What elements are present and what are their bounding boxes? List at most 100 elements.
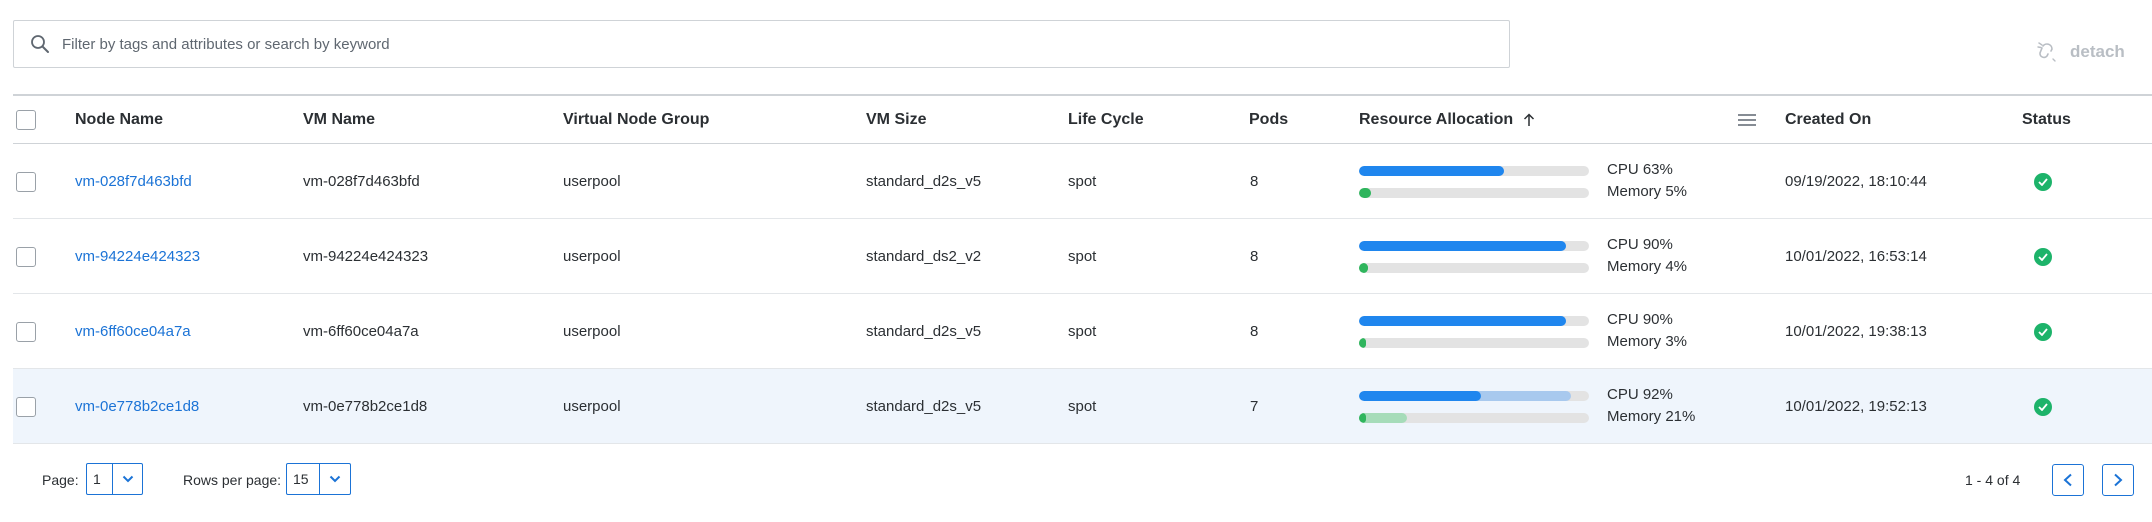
created-on-cell: 10/01/2022, 19:38:13 (1785, 323, 1927, 340)
pods-cell: 8 (1250, 323, 1259, 340)
virtual-node-group-cell: userpool (563, 323, 621, 340)
next-page-button[interactable] (2102, 464, 2134, 496)
table-row[interactable]: vm-028f7d463bfd vm-028f7d463bfd userpool… (13, 144, 2152, 219)
select-all-cell (16, 96, 36, 144)
col-resource-allocation-label: Resource Allocation (1359, 111, 1514, 128)
page-select-value: 1 (87, 464, 114, 494)
col-vm-size[interactable]: VM Size (866, 96, 926, 144)
search-box[interactable] (13, 20, 1510, 68)
chevron-down-icon[interactable] (320, 464, 350, 494)
row-checkbox[interactable] (16, 321, 36, 342)
pods-cell: 7 (1250, 398, 1259, 415)
table-row[interactable]: vm-94224e424323 vm-94224e424323 userpool… (13, 219, 2152, 294)
life-cycle-cell: spot (1068, 173, 1097, 190)
created-on-cell: 09/19/2022, 18:10:44 (1785, 173, 1927, 190)
virtual-node-group-cell: userpool (563, 173, 621, 190)
rows-per-page-value: 15 (287, 464, 320, 494)
status-cell (2034, 219, 2052, 294)
vm-name-cell: vm-028f7d463bfd (303, 173, 420, 190)
cpu-bar-used (1359, 316, 1566, 326)
pods-cell: 8 (1250, 248, 1259, 265)
memory-bar (1359, 338, 1589, 348)
col-life-cycle[interactable]: Life Cycle (1068, 96, 1144, 144)
memory-bar (1359, 413, 1589, 423)
detach-icon (2037, 42, 2056, 62)
node-name-link[interactable]: vm-0e778b2ce1d8 (75, 398, 199, 415)
resource-allocation-cell: CPU 92% Memory 21% (1359, 369, 1719, 444)
col-node-name[interactable]: Node Name (75, 96, 163, 144)
rows-per-page-select[interactable]: 15 (286, 463, 351, 495)
detach-button[interactable]: detach (2036, 38, 2125, 66)
cpu-bar-used (1359, 241, 1566, 251)
life-cycle-cell: spot (1068, 398, 1097, 415)
table-row[interactable]: vm-0e778b2ce1d8 vm-0e778b2ce1d8 userpool… (13, 369, 2152, 444)
col-vm-name[interactable]: VM Name (303, 96, 375, 144)
cpu-label: CPU 90% (1607, 311, 1673, 328)
page-select[interactable]: 1 (86, 463, 143, 495)
col-created-on[interactable]: Created On (1785, 96, 1871, 144)
row-select-cell (16, 219, 36, 294)
memory-bar-used (1359, 263, 1369, 273)
check-circle-icon (2034, 397, 2052, 416)
cpu-bar (1359, 391, 1589, 401)
node-name-link[interactable]: vm-6ff60ce04a7a (75, 323, 191, 340)
node-name-link[interactable]: vm-94224e424323 (75, 248, 200, 265)
life-cycle-cell: spot (1068, 323, 1097, 340)
created-on-cell: 10/01/2022, 16:53:14 (1785, 248, 1927, 265)
col-pods[interactable]: Pods (1249, 96, 1288, 144)
memory-bar-used (1359, 413, 1366, 423)
chevron-right-icon (2114, 473, 2123, 487)
arrow-up-icon[interactable] (1523, 113, 1535, 127)
cpu-bar-used (1359, 166, 1504, 176)
chevron-down-icon[interactable] (113, 464, 142, 494)
nodes-table: Node Name VM Name Virtual Node Group VM … (13, 94, 2152, 444)
cpu-bar (1359, 316, 1589, 326)
memory-bar (1359, 188, 1589, 198)
vm-size-cell: standard_d2s_v5 (866, 323, 982, 340)
status-cell (2034, 369, 2052, 444)
resource-allocation-cell: CPU 90% Memory 4% (1359, 219, 1719, 294)
status-cell (2034, 144, 2052, 219)
col-virtual-node-group[interactable]: Virtual Node Group (563, 96, 709, 144)
resource-allocation-cell: CPU 90% Memory 3% (1359, 294, 1719, 369)
table-row[interactable]: vm-6ff60ce04a7a vm-6ff60ce04a7a userpool… (13, 294, 2152, 369)
cpu-bar (1359, 241, 1589, 251)
col-status[interactable]: Status (2022, 96, 2071, 144)
vm-name-cell: vm-0e778b2ce1d8 (303, 398, 428, 415)
check-circle-icon (2034, 247, 2052, 266)
vm-size-cell: standard_ds2_v2 (866, 248, 982, 265)
search-input[interactable] (62, 29, 1462, 59)
memory-bar (1359, 263, 1589, 273)
column-menu-button[interactable] (1738, 96, 1756, 144)
status-cell (2034, 294, 2052, 369)
memory-bar-requested (1359, 413, 1408, 423)
node-name-cell: vm-6ff60ce04a7a (75, 294, 191, 369)
cpu-label: CPU 90% (1607, 236, 1673, 253)
page-label: Page: (42, 472, 79, 488)
prev-page-button[interactable] (2052, 464, 2084, 496)
row-checkbox[interactable] (16, 396, 36, 417)
node-name-link[interactable]: vm-028f7d463bfd (75, 173, 192, 190)
virtual-node-group-cell: userpool (563, 398, 621, 415)
life-cycle-cell: spot (1068, 248, 1097, 265)
memory-label: Memory 5% (1607, 183, 1688, 200)
memory-bar-used (1359, 188, 1371, 198)
pagination-range: 1 - 4 of 4 (1965, 472, 2021, 488)
cpu-bar-used (1359, 391, 1481, 401)
hamburger-menu-icon (1738, 114, 1756, 126)
node-name-cell: vm-0e778b2ce1d8 (75, 369, 199, 444)
node-name-cell: vm-94224e424323 (75, 219, 200, 294)
row-checkbox[interactable] (16, 171, 36, 192)
pods-cell: 8 (1250, 173, 1259, 190)
vm-name-cell: vm-6ff60ce04a7a (303, 323, 419, 340)
col-resource-allocation[interactable]: Resource Allocation (1359, 96, 1535, 144)
cpu-bar (1359, 166, 1589, 176)
chevron-left-icon (2063, 473, 2072, 487)
cpu-label: CPU 63% (1607, 161, 1673, 178)
select-all-checkbox[interactable] (16, 110, 36, 130)
vm-size-cell: standard_d2s_v5 (866, 398, 982, 415)
resource-allocation-cell: CPU 63% Memory 5% (1359, 144, 1719, 219)
check-circle-icon (2034, 322, 2052, 341)
row-checkbox[interactable] (16, 246, 36, 267)
rows-per-page-label: Rows per page: (183, 472, 282, 488)
